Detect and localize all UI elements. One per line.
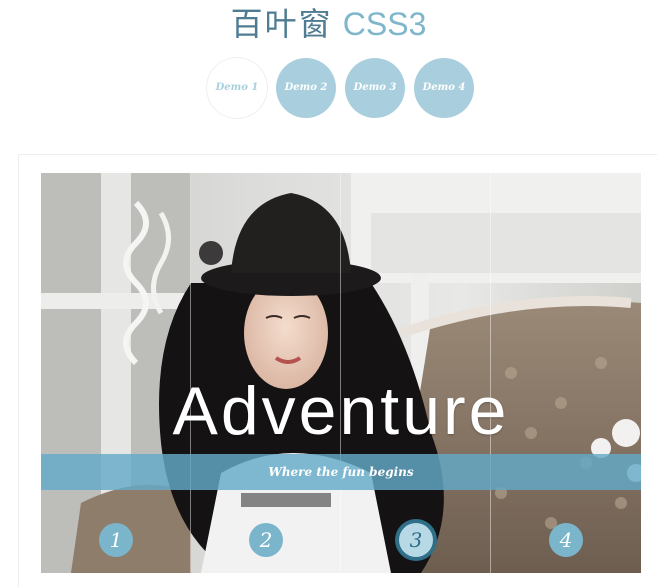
demo-2-button[interactable]: Demo 2 xyxy=(276,58,336,118)
venetian-blind-slider: Adventure Where the fun begins 1 2 3 4 xyxy=(41,173,641,573)
demo-nav: Demo 1 Demo 2 Demo 3 Demo 4 xyxy=(0,58,657,120)
page-title-cn: 百叶窗 xyxy=(230,5,333,43)
tagline-bar: Where the fun begins xyxy=(41,454,641,490)
demo-1-button[interactable]: Demo 1 xyxy=(207,58,267,118)
slide-headline: Adventure xyxy=(172,373,510,449)
page-title-en: CSS3 xyxy=(342,6,427,42)
demo-4-button[interactable]: Demo 4 xyxy=(414,58,474,118)
demo-3-button[interactable]: Demo 3 xyxy=(345,58,405,118)
page-title: 百叶窗 CSS3 xyxy=(0,4,657,44)
slide-tagline: Where the fun begins xyxy=(268,465,414,479)
pager-dot-2[interactable]: 2 xyxy=(249,523,283,557)
pager-dot-4[interactable]: 4 xyxy=(549,523,583,557)
pager-dot-3[interactable]: 3 xyxy=(399,523,433,557)
pager-dot-1[interactable]: 1 xyxy=(99,523,133,557)
